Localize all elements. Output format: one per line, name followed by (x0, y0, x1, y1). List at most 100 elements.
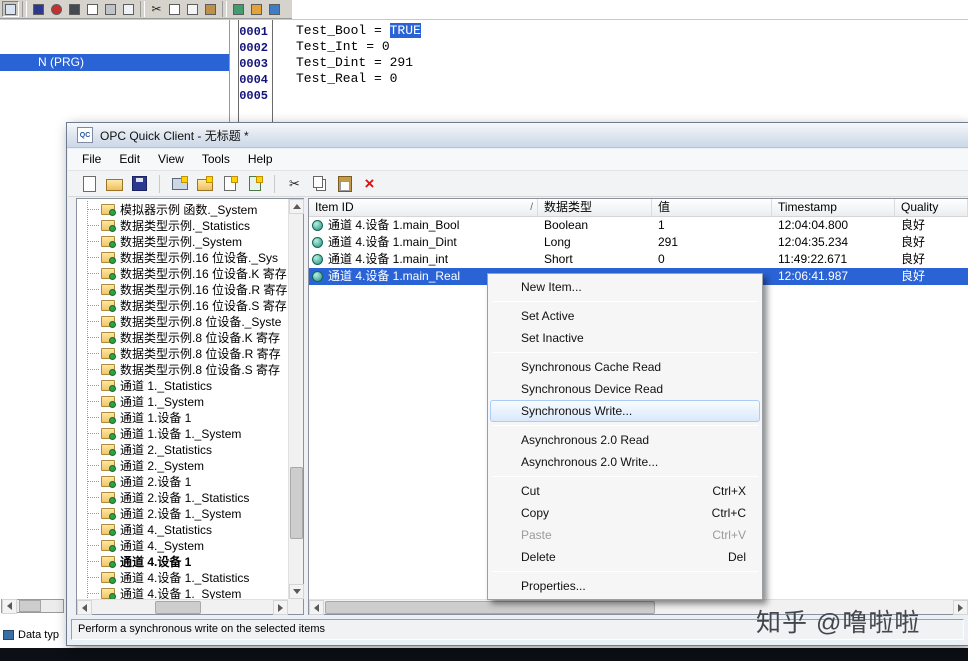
menu-item-asynchronous-2-0-write[interactable]: Asynchronous 2.0 Write... (490, 451, 760, 473)
save-icon-button[interactable] (30, 1, 47, 17)
tree-item[interactable]: 通道 1._Statistics (77, 377, 288, 393)
tree-item[interactable]: 通道 1.设备 1 (77, 409, 288, 425)
code-line[interactable]: Test_Dint = 291 (296, 55, 421, 71)
column-header-quality[interactable]: Quality (895, 199, 968, 216)
menu-item-set-active[interactable]: Set Active (490, 305, 760, 327)
menubar-item-help[interactable]: Help (239, 149, 282, 170)
window-titlebar[interactable]: QC OPC Quick Client - 无标题 * (67, 123, 968, 148)
tree-item[interactable]: 数据类型示例._System (77, 233, 288, 249)
paste-icon-button[interactable] (202, 1, 219, 17)
menu-item-copy[interactable]: Copy Ctrl+C (490, 502, 760, 524)
menu-item-set-inactive[interactable]: Set Inactive (490, 327, 760, 349)
tree-hscrollbar[interactable] (77, 599, 288, 615)
new-group-button[interactable] (193, 173, 216, 195)
scrollbar-thumb[interactable] (155, 601, 201, 614)
scroll-right-icon[interactable] (953, 600, 968, 615)
tree-item[interactable]: 数据类型示例.16 位设备.S 寄存 (77, 297, 288, 313)
menu-item-asynchronous-2-0-read[interactable]: Asynchronous 2.0 Read (490, 429, 760, 451)
table-row[interactable]: 通道 4.设备 1.main_Dint Long 291 12:04:35.234 良好 (309, 234, 968, 251)
menu-item-properties[interactable]: Properties... (490, 575, 760, 597)
tree-item[interactable]: 通道 4._System (77, 537, 288, 553)
stop-icon-button[interactable] (48, 1, 65, 17)
new-button[interactable] (78, 173, 101, 195)
scroll-left-icon[interactable] (2, 598, 17, 614)
menubar-item-tools[interactable]: Tools (193, 149, 239, 170)
menu-item-paste[interactable]: Paste Ctrl+V (490, 524, 760, 546)
grid-icon-button[interactable] (230, 1, 247, 17)
new-server-button[interactable] (168, 173, 191, 195)
editor-code-area[interactable]: Test_Bool = TRUE Test_Int = 0 Test_Dint = … (296, 23, 421, 87)
glasses-icon-button[interactable] (66, 1, 83, 17)
tree-item[interactable]: 数据类型示例.16 位设备.K 寄存 (77, 265, 288, 281)
open-button[interactable] (103, 173, 126, 195)
document-icon-button[interactable] (84, 1, 101, 17)
tree-item[interactable]: 数据类型示例.8 位设备.K 寄存 (77, 329, 288, 345)
tree-item[interactable]: 通道 4.设备 1._System (77, 585, 288, 599)
tree-item[interactable]: 通道 2._Statistics (77, 441, 288, 457)
new-item-button[interactable] (218, 173, 241, 195)
tree-item[interactable]: 通道 2.设备 1._System (77, 505, 288, 521)
tree-item-selected[interactable]: 通道 4.设备 1 (77, 553, 288, 569)
scroll-up-icon[interactable] (289, 199, 304, 214)
code-line[interactable]: Test_Int = 0 (296, 39, 421, 55)
edit-icon-button[interactable] (248, 1, 265, 17)
tree-item[interactable]: 数据类型示例.8 位设备.R 寄存 (77, 345, 288, 361)
table-row[interactable]: 通道 4.设备 1.main_Bool Boolean 1 12:04:04.800 良… (309, 217, 968, 234)
delete-button[interactable] (358, 173, 381, 195)
scroll-left-icon[interactable] (77, 600, 92, 615)
menu-item-synchronous-write[interactable]: Synchronous Write... (490, 400, 760, 422)
column-header-timestamp[interactable]: Timestamp (772, 199, 895, 216)
tree-item[interactable]: 数据类型示例.8 位设备.S 寄存 (77, 361, 288, 377)
bottom-tab-data-type[interactable]: Data typ (3, 626, 59, 644)
tree-item[interactable]: 数据类型示例.16 位设备.R 寄存 (77, 281, 288, 297)
menubar-item-file[interactable]: File (73, 149, 110, 170)
copy-button[interactable] (308, 173, 331, 195)
clone-item-button[interactable] (243, 173, 266, 195)
tree-item[interactable]: 数据类型示例.16 位设备._Sys (77, 249, 288, 265)
menubar-item-edit[interactable]: Edit (110, 149, 149, 170)
paste-button[interactable] (333, 173, 356, 195)
menu-item-cut[interactable]: Cut Ctrl+X (490, 480, 760, 502)
tree-item[interactable]: 通道 1._System (77, 393, 288, 409)
scroll-down-icon[interactable] (289, 584, 304, 599)
tree-item[interactable]: 模拟器示例 函数._System (77, 201, 288, 217)
tree-item[interactable]: 数据类型示例.8 位设备._Syste (77, 313, 288, 329)
column-header-[interactable]: 值 (652, 199, 772, 216)
preview-icon-button[interactable] (120, 1, 137, 17)
tree-item[interactable]: 通道 2.设备 1._Statistics (77, 489, 288, 505)
menu-item-delete[interactable]: Delete Del (490, 546, 760, 568)
copy-pages-icon-button[interactable] (184, 1, 201, 17)
new-group-icon (195, 174, 215, 194)
tree-vscrollbar[interactable] (288, 199, 304, 599)
scroll-right-icon[interactable] (273, 600, 288, 615)
tree-item[interactable]: 通道 4.设备 1._Statistics (77, 569, 288, 585)
tree-item[interactable]: 数据类型示例._Statistics (77, 217, 288, 233)
print-icon-button[interactable] (102, 1, 119, 17)
code-line[interactable]: Test_Bool = TRUE (296, 23, 421, 39)
menu-item-new-item[interactable]: New Item... (490, 276, 760, 298)
tree-item[interactable]: 通道 2.设备 1 (77, 473, 288, 489)
project-tree-selected-item[interactable]: N (PRG) (0, 54, 229, 71)
tree-item[interactable]: 通道 2._System (77, 457, 288, 473)
monitor-icon-button[interactable] (266, 1, 283, 17)
table-row[interactable]: 通道 4.设备 1.main_int Short 0 11:49:22.671 良好 (309, 251, 968, 268)
scrollbar-thumb[interactable] (325, 601, 655, 614)
project-window-icon-button[interactable] (2, 1, 19, 17)
menu-item-synchronous-cache-read[interactable]: Synchronous Cache Read (490, 356, 760, 378)
app-icon[interactable]: QC (77, 127, 93, 143)
scrollbar-thumb[interactable] (290, 467, 303, 539)
column-header-item-id[interactable]: Item ID / (309, 199, 538, 216)
copy-icon-button[interactable] (166, 1, 183, 17)
cut-button[interactable] (283, 173, 306, 195)
tree-item[interactable]: 通道 4._Statistics (77, 521, 288, 537)
menubar-item-view[interactable]: View (149, 149, 193, 170)
code-line[interactable]: Test_Real = 0 (296, 71, 421, 87)
scrollbar-thumb[interactable] (19, 600, 41, 612)
bg-panel-hscrollbar[interactable] (1, 598, 64, 614)
save-button[interactable] (128, 173, 151, 195)
menu-item-synchronous-device-read[interactable]: Synchronous Device Read (490, 378, 760, 400)
tree-item[interactable]: 通道 1.设备 1._System (77, 425, 288, 441)
scroll-left-icon[interactable] (309, 600, 324, 615)
column-header-[interactable]: 数据类型 (538, 199, 652, 216)
cut-icon-button[interactable]: ✂ (148, 1, 165, 17)
